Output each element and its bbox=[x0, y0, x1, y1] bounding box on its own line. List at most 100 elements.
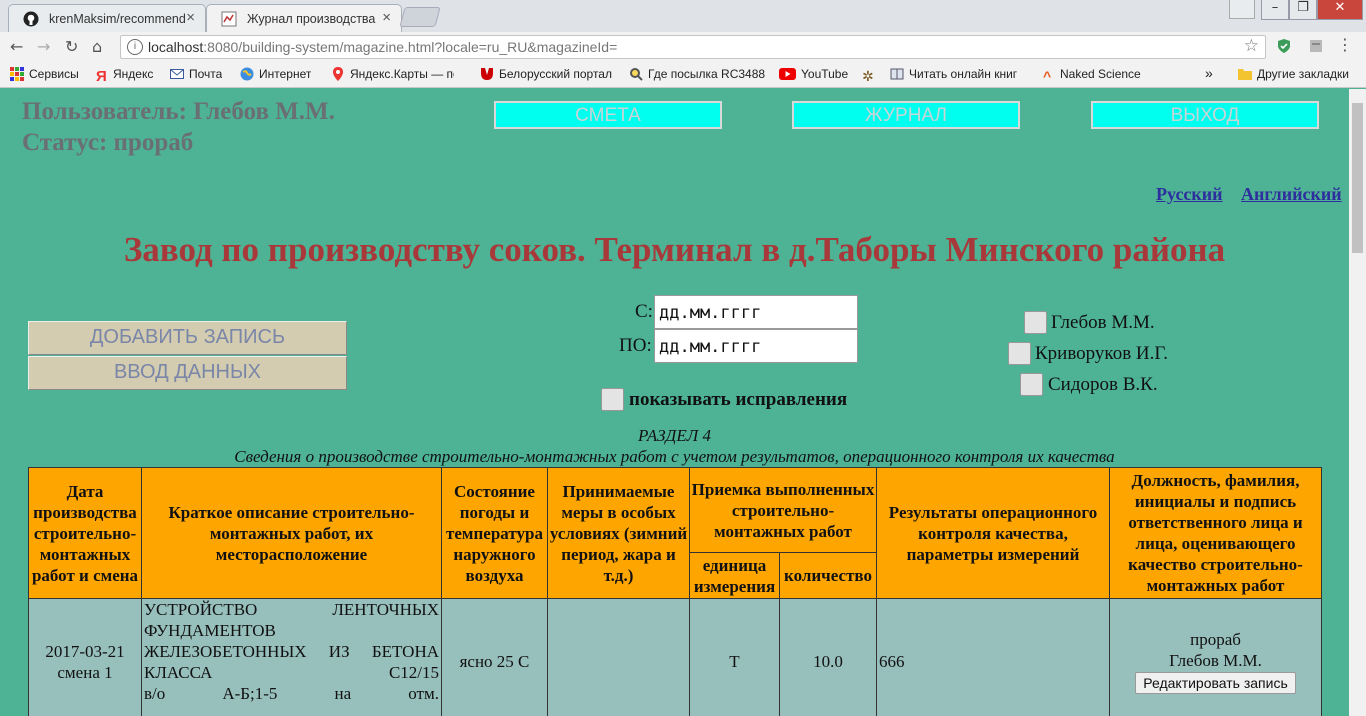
tab-title: krenMaksim/recommend bbox=[49, 12, 186, 26]
new-tab-button[interactable] bbox=[399, 7, 441, 27]
naked-science-icon: ^ bbox=[1043, 68, 1052, 82]
gear-icon: ✲ bbox=[862, 68, 874, 82]
home-icon[interactable]: ⌂ bbox=[92, 37, 102, 56]
tab-github[interactable]: krenMaksim/recommend × bbox=[8, 4, 206, 32]
person-checkbox-glebov[interactable] bbox=[1024, 311, 1047, 334]
cell-qty: 10.0 bbox=[779, 598, 877, 716]
scrollbar-thumb[interactable] bbox=[1352, 103, 1363, 253]
bookmark-services[interactable]: Сервисы bbox=[10, 67, 79, 81]
bookmark-yandex[interactable]: Я Яндекс bbox=[96, 67, 153, 82]
yandex-icon: Я bbox=[96, 68, 107, 82]
book-icon bbox=[890, 68, 904, 80]
lang-russian-link[interactable]: Русский bbox=[1156, 184, 1223, 205]
url-input[interactable]: i localhost:8080/building-system/magazin… bbox=[120, 35, 1266, 59]
journal-button[interactable]: ЖУРНАЛ bbox=[792, 101, 1020, 129]
section-caption: Сведения о производстве строительно-монт… bbox=[234, 447, 1115, 466]
cell-results: 666 bbox=[876, 598, 1110, 716]
date-from-label: С: bbox=[635, 301, 653, 322]
cell-signer: прораб Глебов М.М. Редактировать запись bbox=[1109, 598, 1322, 716]
restore-button[interactable]: ❐ bbox=[1289, 0, 1317, 20]
page-title: Завод по производству соков. Терминал в … bbox=[123, 230, 1226, 269]
add-record-button[interactable]: ДОБАВИТЬ ЗАПИСЬ bbox=[28, 321, 347, 355]
address-toolbar: ← → ↻ ⌂ i localhost:8080/building-system… bbox=[0, 32, 1366, 62]
lang-english-link[interactable]: Английский bbox=[1241, 184, 1342, 205]
cell-date: 2017-03-21 смена 1 bbox=[28, 598, 142, 716]
back-icon[interactable]: ← bbox=[10, 37, 23, 56]
bookmark-internet[interactable]: Интернет bbox=[240, 67, 311, 81]
date-to-label: ПО: bbox=[619, 335, 652, 356]
person-label: Криворуков И.Г. bbox=[1035, 343, 1168, 364]
exit-button[interactable]: ВЫХОД bbox=[1091, 101, 1319, 129]
shield-icon[interactable] bbox=[1276, 38, 1292, 54]
date-from-input[interactable]: дд.мм.гггг bbox=[654, 295, 858, 329]
url-text: localhost:8080/building-system/magazine.… bbox=[148, 39, 618, 55]
bookmark-parcel[interactable]: Где посылка RC3488 bbox=[629, 67, 765, 81]
person-label: Сидоров В.К. bbox=[1048, 374, 1158, 395]
search-icon bbox=[630, 68, 643, 81]
apps-icon bbox=[10, 67, 24, 81]
col-qty-header: количество bbox=[779, 552, 877, 599]
estimate-button[interactable]: СМЕТА bbox=[494, 101, 722, 129]
globe-icon bbox=[240, 67, 254, 81]
bookmark-mail[interactable]: Почта bbox=[170, 67, 222, 81]
youtube-icon bbox=[779, 68, 796, 80]
tab-title: Журнал производства р bbox=[247, 12, 379, 26]
bookmark-books[interactable]: Читать онлайн книг bbox=[890, 67, 1026, 81]
browser-tab-strip: krenMaksim/recommend × Журнал производст… bbox=[0, 0, 1366, 32]
input-data-button[interactable]: ВВОД ДАННЫХ bbox=[28, 356, 347, 390]
extension-icon[interactable] bbox=[1308, 38, 1324, 54]
folder-icon bbox=[1238, 69, 1252, 80]
cell-measures bbox=[547, 598, 690, 716]
edit-record-button[interactable]: Редактировать запись bbox=[1135, 672, 1296, 694]
site-info-icon[interactable]: i bbox=[127, 39, 143, 55]
person-checkbox-krivorukov[interactable] bbox=[1008, 342, 1031, 365]
col-results-header: Результаты операционного контроля качест… bbox=[876, 467, 1110, 599]
close-icon[interactable]: × bbox=[382, 9, 391, 26]
table-row: 2017-03-21 смена 1 УСТРОЙСТВО ЛЕНТОЧНЫХ Ф… bbox=[28, 598, 1322, 716]
bookmarks-more-button[interactable]: » bbox=[1205, 65, 1213, 81]
table-header-row: Дата производства строительно-монтажных … bbox=[28, 467, 1322, 599]
page-scrollbar[interactable] bbox=[1349, 89, 1366, 716]
user-name: Пользователь: Глебов М.М. bbox=[22, 98, 335, 125]
show-corrections-checkbox[interactable] bbox=[601, 388, 624, 411]
bookmark-maps[interactable]: Яндекс.Карты — по bbox=[331, 67, 454, 81]
cell-unit: Т bbox=[689, 598, 780, 716]
bookmark-naked-science[interactable]: ^ Naked Science bbox=[1043, 67, 1141, 82]
profile-button[interactable] bbox=[1229, 0, 1255, 19]
tut-logo-icon bbox=[481, 68, 493, 80]
tab-journal[interactable]: Журнал производства р × bbox=[206, 4, 402, 32]
forward-icon[interactable]: → bbox=[37, 37, 50, 56]
bookmark-belarus-portal[interactable]: Белорусский портал bbox=[480, 67, 615, 81]
page-content: Пользователь: Глебов М.М. Статус: прораб… bbox=[0, 89, 1349, 716]
col-acceptance-header: Приемка выполненных строительно-монтажны… bbox=[689, 467, 877, 553]
col-signer-header: Должность, фамилия, инициалы и подпись о… bbox=[1109, 467, 1322, 599]
github-icon bbox=[23, 11, 39, 27]
bookmarks-bar: Сервисы Я Яндекс Почта Интернет Яндекс.Ка… bbox=[0, 62, 1366, 88]
col-unit-header: единица измерения bbox=[689, 552, 780, 599]
reload-icon[interactable]: ↻ bbox=[65, 37, 78, 56]
bookmark-star-icon[interactable]: ☆ bbox=[1244, 36, 1259, 56]
show-corrections-label: показывать исправления bbox=[629, 389, 848, 410]
cell-desc: УСТРОЙСТВО ЛЕНТОЧНЫХ ФУНДАМЕНТОВ ЖЕЛЕЗОБ… bbox=[141, 598, 442, 716]
date-to-input[interactable]: дд.мм.гггг bbox=[654, 329, 858, 363]
person-label: Глебов М.М. bbox=[1051, 312, 1155, 333]
col-weather-header: Состояние погоды и температура наружного… bbox=[441, 467, 548, 599]
bookmark-other[interactable]: Другие закладки bbox=[1238, 67, 1349, 81]
cell-weather: ясно 25 С bbox=[441, 598, 548, 716]
bookmark-gear[interactable]: ✲ bbox=[862, 67, 881, 82]
document-icon bbox=[221, 11, 237, 27]
person-checkbox-sidorov[interactable] bbox=[1020, 373, 1043, 396]
journal-table: Дата производства строительно-монтажных … bbox=[28, 467, 1322, 716]
map-pin-icon bbox=[333, 67, 343, 81]
menu-icon[interactable]: ⋮ bbox=[1337, 35, 1353, 54]
minimize-button[interactable]: – bbox=[1261, 0, 1289, 20]
section-number: РАЗДЕЛ 4 bbox=[638, 426, 711, 445]
col-date-header: Дата производства строительно-монтажных … bbox=[28, 467, 142, 599]
col-measures-header: Принимаемые меры в особых условиях (зимн… bbox=[547, 467, 690, 599]
bookmark-youtube[interactable]: YouTube bbox=[779, 67, 848, 81]
mail-icon bbox=[170, 69, 184, 79]
col-desc-header: Краткое описание строительно-монтажных р… bbox=[141, 467, 442, 599]
user-status: Статус: прораб bbox=[22, 129, 194, 156]
close-icon[interactable]: × bbox=[186, 9, 195, 26]
window-close-button[interactable]: ✕ bbox=[1317, 0, 1363, 20]
